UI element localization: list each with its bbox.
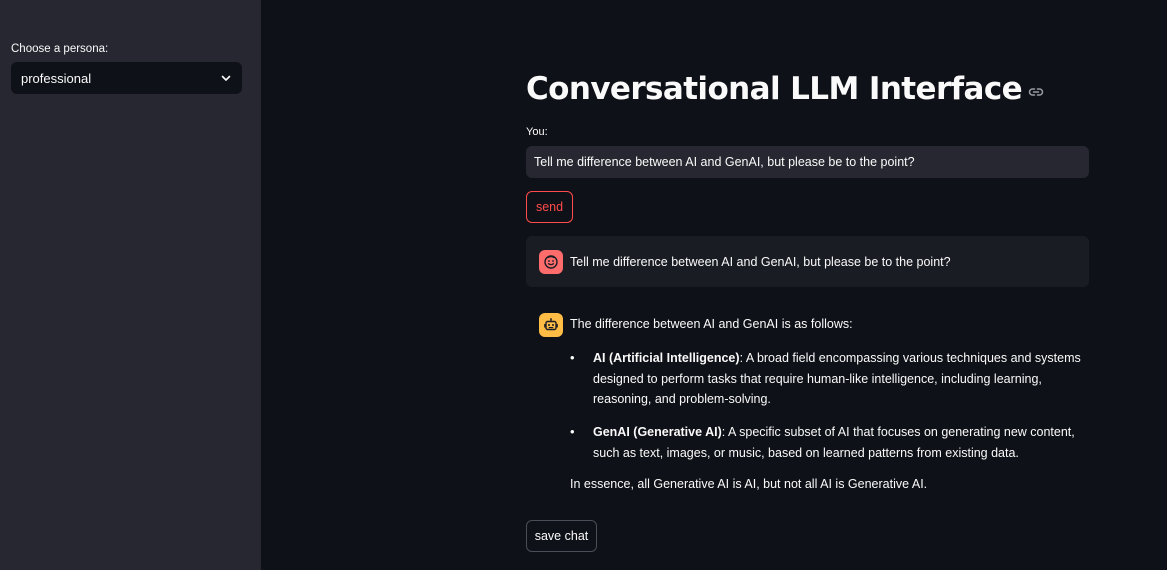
assistant-intro: The difference between AI and GenAI is a… xyxy=(570,317,853,331)
assistant-bullets: AI (Artificial Intelligence): A broad fi… xyxy=(570,348,1090,476)
chat-input[interactable]: Tell me difference between AI and GenAI,… xyxy=(526,146,1089,178)
robot-icon xyxy=(539,313,563,337)
assistant-essence: In essence, all Generative AI is AI, but… xyxy=(570,477,928,491)
user-message: Tell me difference between AI and GenAI,… xyxy=(526,236,1089,287)
persona-select[interactable]: professional xyxy=(11,62,242,94)
chevron-down-icon xyxy=(220,72,232,84)
persona-select-value: professional xyxy=(21,70,92,86)
link-icon[interactable] xyxy=(1028,84,1044,100)
list-item: AI (Artificial Intelligence): A broad fi… xyxy=(570,348,1090,410)
smiley-face-icon xyxy=(539,250,563,274)
user-message-text: Tell me difference between AI and GenAI,… xyxy=(570,255,951,269)
title-row: Conversational LLM Interface xyxy=(526,71,1044,107)
bullet-term: AI (Artificial Intelligence) xyxy=(593,351,740,365)
bullet-term: GenAI (Generative AI) xyxy=(593,425,722,440)
list-item: GenAI (Generative AI): A specific subset… xyxy=(570,422,1090,463)
persona-label: Choose a persona: xyxy=(11,43,109,55)
send-button[interactable]: send xyxy=(526,191,573,223)
save-chat-button[interactable]: save chat xyxy=(526,520,597,552)
sidebar: Choose a persona: professional xyxy=(0,0,261,570)
page-title: Conversational LLM Interface xyxy=(526,71,1023,107)
input-label: You: xyxy=(526,126,548,138)
